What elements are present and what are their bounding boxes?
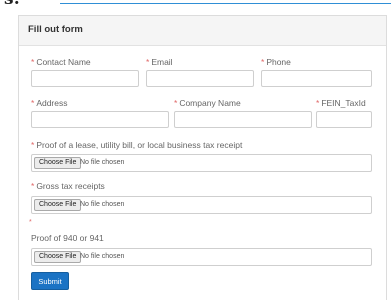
required-marker: * — [31, 140, 35, 150]
lease-choose-file-button[interactable]: Choose File — [34, 157, 82, 169]
gross-upload-label: * Gross tax receipts — [31, 181, 105, 191]
gross-file-status: No file chosen — [80, 201, 125, 208]
address-label: * Address — [31, 98, 68, 108]
form-panel-header: Fill out form — [19, 16, 386, 46]
required-marker-stray: * — [29, 219, 32, 226]
required-marker: * — [146, 57, 150, 67]
form940-file-input[interactable]: Choose File No file chosen — [31, 248, 372, 266]
lease-upload-label: * Proof of a lease, utility bill, or loca… — [31, 140, 243, 150]
gross-file-input[interactable]: Choose File No file chosen — [31, 196, 372, 214]
fein-input[interactable] — [316, 111, 372, 128]
required-marker: * — [174, 98, 178, 108]
address-input[interactable] — [31, 111, 169, 128]
phone-input[interactable] — [261, 70, 372, 87]
email-label: * Email — [146, 57, 173, 67]
gross-choose-file-button[interactable]: Choose File — [34, 199, 82, 211]
contact-name-input[interactable] — [31, 70, 139, 87]
required-marker: * — [31, 57, 35, 67]
phone-label: * Phone — [261, 57, 291, 67]
fein-label: * FEIN_TaxId — [316, 98, 366, 108]
company-name-input[interactable] — [174, 111, 312, 128]
required-marker: * — [316, 98, 320, 108]
heading-divider — [60, 3, 391, 4]
submit-button[interactable]: Submit — [31, 272, 69, 290]
lease-file-status: No file chosen — [80, 159, 125, 166]
page-top-edge: s: — [0, 0, 391, 9]
contact-name-label: * Contact Name — [31, 57, 91, 67]
form940-choose-file-button[interactable]: Choose File — [34, 251, 82, 263]
lease-file-input[interactable]: Choose File No file chosen — [31, 154, 372, 172]
form-panel: Fill out form * Contact Name * Email * Phon… — [18, 15, 387, 300]
required-marker: * — [31, 98, 35, 108]
form-title: Fill out form — [28, 24, 83, 35]
email-input[interactable] — [146, 70, 254, 87]
form940-file-status: No file chosen — [80, 253, 125, 260]
page-heading-fragment: s: — [4, 0, 20, 9]
form940-upload-label: Proof of 940 or 941 — [31, 233, 104, 243]
required-marker: * — [31, 181, 35, 191]
company-name-label: * Company Name — [174, 98, 241, 108]
required-marker: * — [261, 57, 265, 67]
